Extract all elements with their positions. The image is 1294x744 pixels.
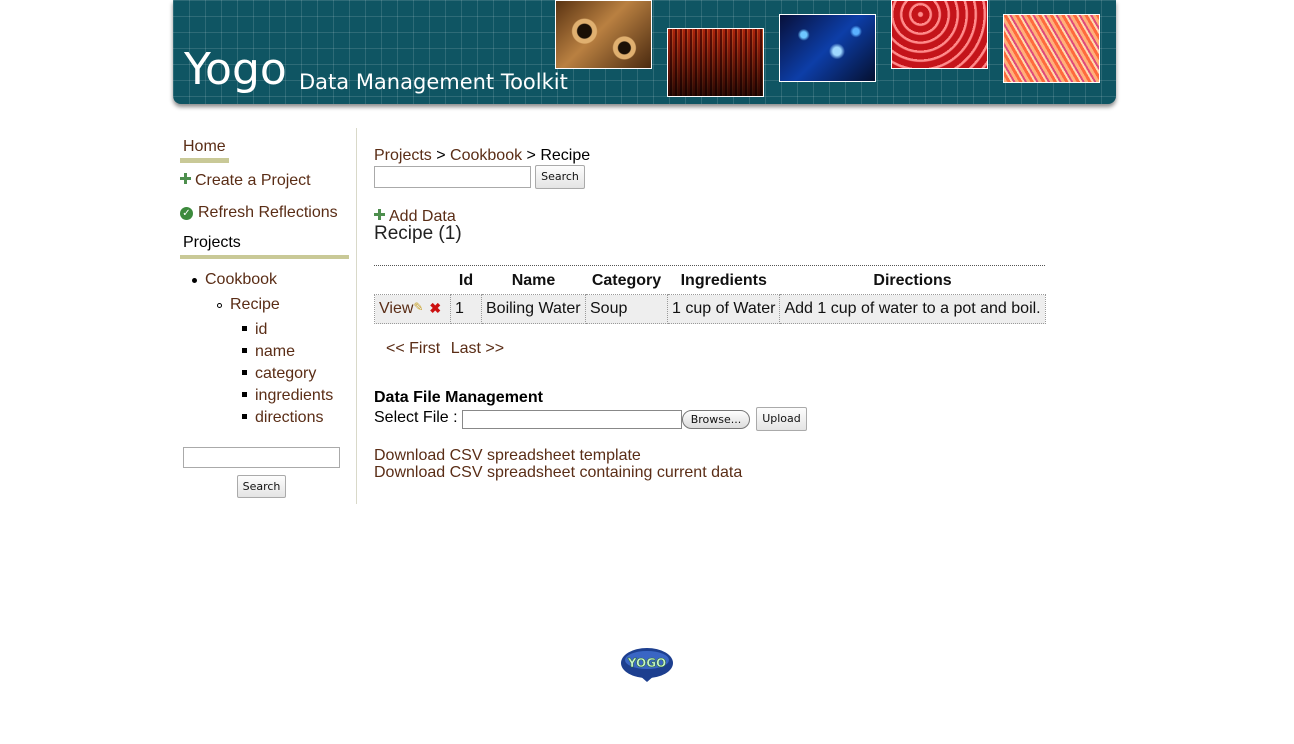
table-header-row: Id Name Category Ingredients Directions <box>375 268 1046 295</box>
bullet-icon <box>242 414 247 419</box>
tree-field-ingredients[interactable]: ingredients <box>255 387 333 405</box>
tree-model-recipe[interactable]: Recipe <box>230 296 280 314</box>
page-title: Recipe (1) <box>374 223 462 244</box>
browse-button[interactable]: Browse... <box>682 410 750 429</box>
column-header-ingredients[interactable]: Ingredients <box>668 268 780 295</box>
bullet-icon <box>242 326 247 331</box>
bullet-icon <box>242 392 247 397</box>
upload-button[interactable]: Upload <box>756 407 807 431</box>
breadcrumb: Projects > Cookbook > Recipe <box>374 147 590 165</box>
file-path-field[interactable] <box>462 410 682 429</box>
breadcrumb-projects[interactable]: Projects <box>374 147 432 164</box>
site-tagline: Data Management Toolkit <box>299 70 568 94</box>
projects-heading: Projects <box>180 234 349 259</box>
breadcrumb-recipe: Recipe <box>540 147 591 164</box>
cell-name: Boiling Water <box>481 294 586 324</box>
main-content: Projects > Cookbook > Recipe Search Add … <box>374 140 1074 520</box>
file-management-heading: Data File Management <box>374 389 543 406</box>
nav-home-link[interactable]: Home <box>180 138 229 163</box>
sidebar-search-input[interactable] <box>183 447 340 468</box>
delete-icon[interactable]: ✖ <box>429 301 441 315</box>
download-csv-data-link[interactable]: Download CSV spreadsheet containing curr… <box>374 464 742 482</box>
plus-icon <box>374 209 385 220</box>
tree-field-category[interactable]: category <box>255 365 316 383</box>
select-file-label: Select File : <box>374 409 458 426</box>
cell-category: Soup <box>585 294 668 324</box>
cell-directions: Add 1 cup of water to a pot and boil. <box>779 294 1046 324</box>
header-photo-red-texture <box>891 0 988 69</box>
column-header-actions <box>375 268 451 295</box>
header-photo-signal <box>667 28 764 97</box>
table-divider <box>374 265 1045 266</box>
plus-icon <box>180 173 191 184</box>
header-photo-fibers <box>1003 14 1100 83</box>
tree-project-cookbook[interactable]: Cookbook <box>205 271 277 289</box>
download-csv-template-link[interactable]: Download CSV spreadsheet template <box>374 447 641 465</box>
pager-last-link[interactable]: Last >> <box>451 340 504 357</box>
view-link[interactable]: View <box>379 300 413 317</box>
bullet-icon <box>242 348 247 353</box>
refresh-reflections-label: Refresh Reflections <box>198 204 338 221</box>
edit-pencil-icon[interactable]: ✎ <box>413 301 425 313</box>
tree-field-name[interactable]: name <box>255 343 295 361</box>
search-button[interactable]: Search <box>535 165 585 189</box>
table-row: View✎ ✖ 1 Boiling Water Soup 1 cup of Wat… <box>374 294 1046 324</box>
pager-first-link[interactable]: << First <box>386 340 440 357</box>
refresh-reflections-link[interactable]: ✓ Refresh Reflections <box>180 204 338 222</box>
search-input[interactable] <box>374 166 531 188</box>
breadcrumb-cookbook[interactable]: Cookbook <box>450 147 522 164</box>
row-actions: View✎ ✖ <box>374 294 451 324</box>
brand-logo[interactable]: Yogo <box>184 44 287 96</box>
bullet-icon <box>192 278 197 283</box>
header-photo-circuit <box>779 14 876 82</box>
yogo-footer-logo-icon[interactable]: YOGO <box>619 645 675 683</box>
create-project-label: Create a Project <box>195 172 311 189</box>
header-photo-butterfly <box>555 0 652 69</box>
cell-id: 1 <box>450 294 482 324</box>
column-header-category[interactable]: Category <box>586 268 668 295</box>
recipe-table: Id Name Category Ingredients Directions … <box>374 268 1046 324</box>
sidebar-search-button[interactable]: Search <box>237 475 286 498</box>
tree-field-id[interactable]: id <box>255 321 267 339</box>
bullet-icon <box>242 370 247 375</box>
tree-field-directions[interactable]: directions <box>255 409 323 427</box>
breadcrumb-separator: > <box>526 147 536 164</box>
column-header-id[interactable]: Id <box>451 268 482 295</box>
create-project-link[interactable]: Create a Project <box>180 172 311 190</box>
breadcrumb-separator: > <box>436 147 446 164</box>
pager: << First Last >> <box>386 340 510 358</box>
sidebar: Home Create a Project ✓ Refresh Reflectio… <box>180 128 357 504</box>
cell-ingredients: 1 cup of Water <box>666 294 781 324</box>
bullet-icon <box>217 303 222 308</box>
footer-logo-text: YOGO <box>627 656 667 670</box>
refresh-icon: ✓ <box>180 207 193 220</box>
site-header: Yogo Data Management Toolkit <box>173 0 1116 104</box>
column-header-directions[interactable]: Directions <box>780 268 1045 295</box>
column-header-name[interactable]: Name <box>482 268 586 295</box>
